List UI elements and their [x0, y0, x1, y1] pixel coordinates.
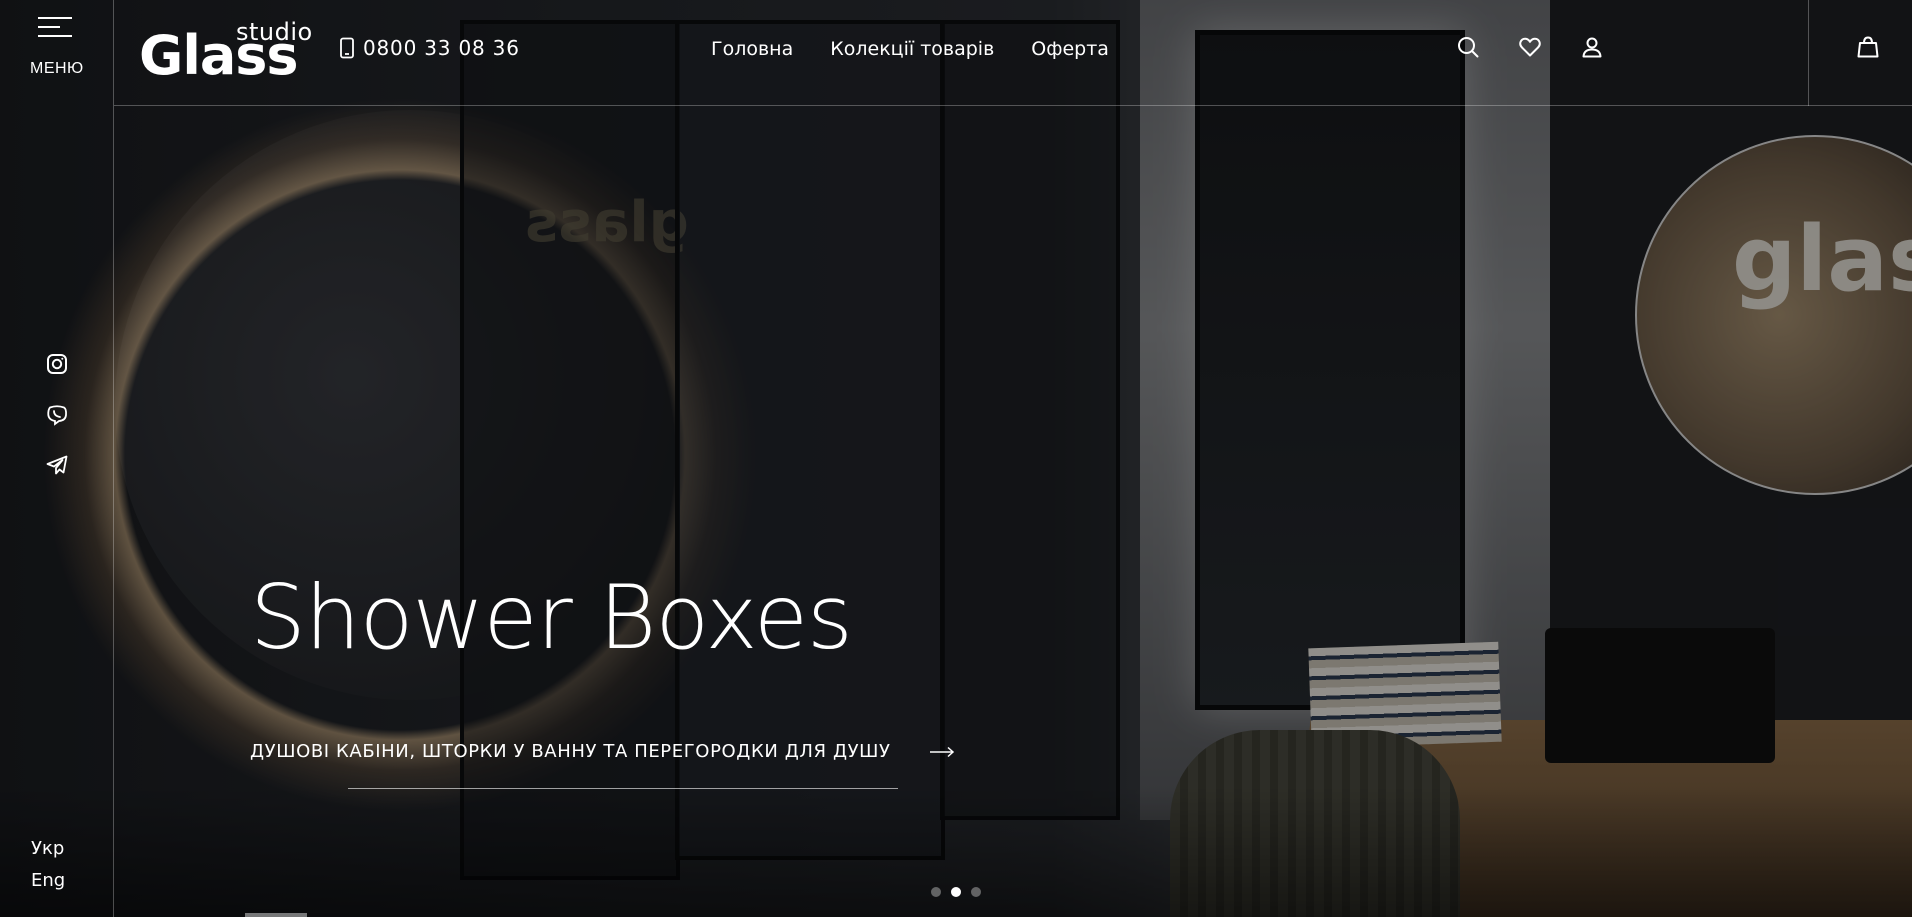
user-icon — [1582, 37, 1602, 58]
menu-label[interactable]: МЕНЮ — [30, 60, 84, 78]
nav-item-home[interactable]: Головна — [711, 38, 793, 60]
hero-category-link[interactable]: ДУШОВІ КАБІНИ, ШТОРКИ У ВАННУ ТА ПЕРЕГОР… — [250, 741, 955, 762]
account-button[interactable] — [1578, 33, 1606, 61]
instagram-icon — [47, 354, 67, 374]
hero-subtitle: ДУШОВІ КАБІНИ, ШТОРКИ У ВАННУ ТА ПЕРЕГОР… — [250, 741, 891, 762]
heart-icon — [1519, 37, 1541, 57]
site-logo[interactable]: studio Glass — [139, 16, 312, 87]
menu-toggle-button[interactable] — [28, 14, 88, 37]
phone-number: 0800 33 08 36 — [363, 36, 520, 60]
search-icon — [1458, 37, 1479, 58]
slider-pagination — [931, 887, 981, 897]
nav-item-collections[interactable]: Колекції товарів — [830, 38, 994, 60]
hero-underline — [348, 788, 898, 789]
viber-link[interactable] — [43, 401, 71, 429]
telegram-link[interactable] — [43, 451, 71, 479]
dark-overlay — [0, 0, 1912, 917]
language-ukrainian[interactable]: Укр — [31, 838, 64, 859]
telegram-icon — [46, 455, 68, 475]
slide-progress-bar — [245, 913, 307, 917]
wishlist-button[interactable] — [1516, 33, 1544, 61]
search-button[interactable] — [1454, 33, 1482, 61]
hamburger-icon — [38, 14, 72, 37]
left-rail: МЕНЮ Укр Eng — [0, 0, 114, 917]
viber-icon — [47, 405, 67, 426]
arrow-right-icon — [929, 746, 954, 757]
top-header: studio Glass 0800 33 08 36 Головна Колек… — [114, 0, 1912, 106]
mobile-phone-icon — [340, 37, 354, 59]
slide-dot-3[interactable] — [971, 887, 981, 897]
header-divider — [1808, 0, 1809, 106]
language-english[interactable]: Eng — [31, 870, 65, 891]
phone-link[interactable]: 0800 33 08 36 — [339, 36, 520, 60]
logo-glass-text: Glass — [139, 24, 299, 87]
main-navigation: Головна Колекції товарів Оферта — [711, 38, 1109, 60]
hero-title: Shower Boxes — [250, 566, 853, 669]
cart-button[interactable] — [1854, 33, 1882, 61]
cart-icon — [1857, 36, 1879, 58]
slide-dot-2[interactable] — [951, 887, 961, 897]
slide-dot-1[interactable] — [931, 887, 941, 897]
nav-item-offer[interactable]: Оферта — [1031, 38, 1109, 60]
instagram-link[interactable] — [43, 350, 71, 378]
